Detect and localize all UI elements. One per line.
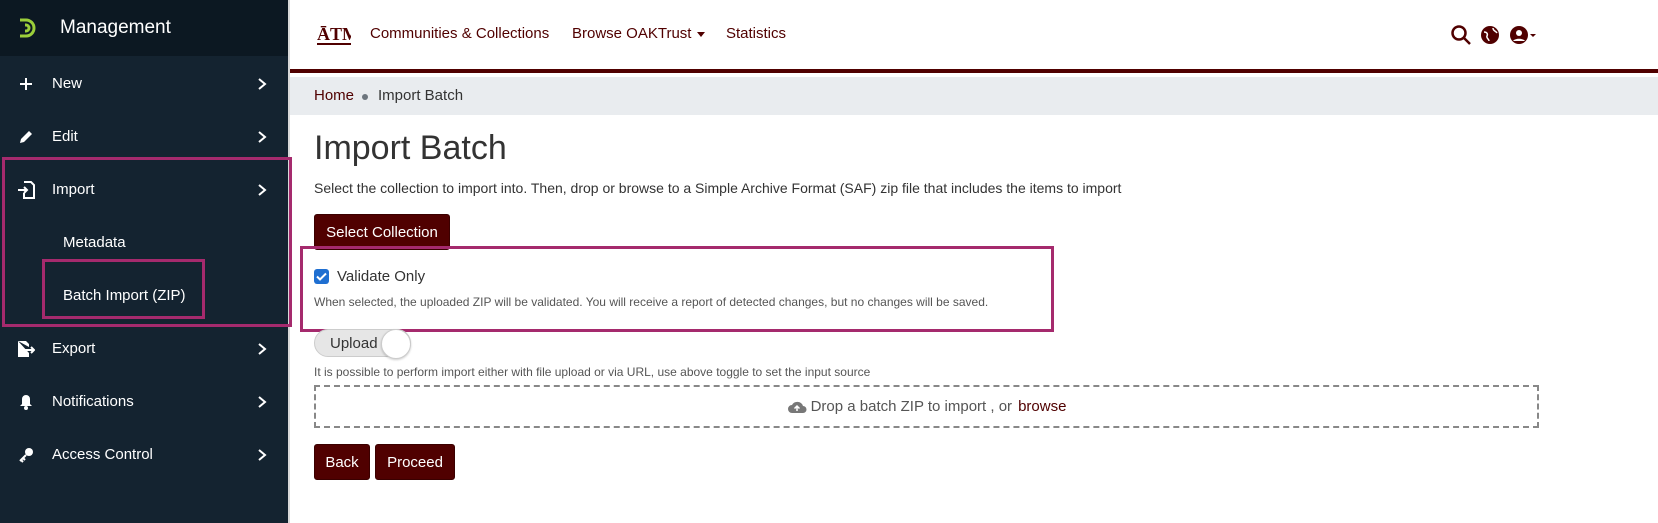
toggle-label: Upload <box>330 335 378 352</box>
breadcrumb-separator <box>362 94 368 100</box>
sidebar-title: Management <box>60 17 171 38</box>
nav-browse-label: Browse OAKTrust <box>572 25 692 42</box>
sidebar-item-access-control[interactable]: Access Control <box>0 428 288 481</box>
dspace-logo-icon <box>20 18 36 38</box>
breadcrumb: Home Import Batch <box>290 77 1658 115</box>
proceed-button[interactable]: Proceed <box>375 444 455 480</box>
chevron-right-icon <box>258 395 267 408</box>
page-description: Select the collection to import into. Th… <box>314 180 1122 196</box>
validate-only-label: Validate Only <box>337 268 426 285</box>
select-collection-button[interactable]: Select Collection <box>314 214 450 250</box>
back-button[interactable]: Back <box>314 444 370 480</box>
sidebar-item-import[interactable]: Import <box>0 163 288 216</box>
chevron-right-icon <box>258 77 267 90</box>
user-menu-icon[interactable] <box>1508 24 1538 46</box>
globe-icon[interactable] <box>1479 24 1501 46</box>
sidebar-item-new[interactable]: New <box>0 57 288 110</box>
plus-icon <box>16 74 36 94</box>
chevron-right-icon <box>258 342 267 355</box>
sidebar-item-edit[interactable]: Edit <box>0 110 288 163</box>
validate-only-checkbox[interactable] <box>314 269 329 284</box>
nav-communities[interactable]: Communities & Collections <box>370 25 549 42</box>
upload-source-toggle[interactable]: Upload <box>314 329 411 359</box>
sidebar-item-label: Access Control <box>52 446 153 463</box>
toggle-knob <box>381 329 411 359</box>
dropzone-text: Drop a batch ZIP to import , or <box>810 398 1013 415</box>
sidebar-item-label: Import <box>52 181 95 198</box>
sidebar-item-label: New <box>52 75 83 92</box>
browse-link[interactable]: browse <box>1018 398 1066 415</box>
breadcrumb-home[interactable]: Home <box>314 87 354 104</box>
sidebar-subitem-label: Batch Import (ZIP) <box>63 287 186 304</box>
sidebar-subitem-batch-import[interactable]: Batch Import (ZIP) <box>0 269 288 322</box>
validate-only-help: When selected, the uploaded ZIP will be … <box>314 295 989 309</box>
page-title: Import Batch <box>314 129 507 167</box>
validate-only-highlight <box>300 246 1054 332</box>
import-icon <box>16 180 36 200</box>
sidebar-item-label: Export <box>52 340 96 357</box>
sidebar-subitem-label: Metadata <box>63 234 126 251</box>
pencil-icon <box>16 127 36 147</box>
caret-down-icon <box>697 31 706 37</box>
chevron-right-icon <box>258 130 267 143</box>
sidebar-item-label: Edit <box>52 128 78 145</box>
sidebar-item-export[interactable]: Export <box>0 322 288 375</box>
checkmark-icon <box>316 272 327 281</box>
tamu-logo-icon: ĀTM <box>317 24 351 45</box>
cloud-upload-icon <box>787 401 807 413</box>
breadcrumb-current: Import Batch <box>378 87 464 104</box>
nav-browse[interactable]: Browse OAKTrust <box>572 25 706 42</box>
zip-dropzone[interactable]: Drop a batch ZIP to import , or browse <box>314 385 1539 428</box>
chevron-right-icon <box>258 183 267 196</box>
sidebar-item-notifications[interactable]: Notifications <box>0 375 288 428</box>
chevron-right-icon <box>258 448 267 461</box>
top-navbar: ĀTM Communities & Collections Browse OAK… <box>290 0 1658 73</box>
sidebar-header: Management <box>0 0 288 56</box>
svg-text:ĀTM: ĀTM <box>317 24 351 44</box>
admin-sidebar: Management New Edit Import Metadata Batc… <box>0 0 288 523</box>
sidebar-subitem-metadata[interactable]: Metadata <box>0 216 288 269</box>
toggle-help: It is possible to perform import either … <box>314 365 871 379</box>
sidebar-item-label: Notifications <box>52 393 134 410</box>
export-icon <box>16 339 36 359</box>
search-icon[interactable] <box>1450 24 1472 46</box>
nav-statistics[interactable]: Statistics <box>726 25 786 42</box>
bell-icon <box>16 392 36 412</box>
key-icon <box>16 445 36 465</box>
